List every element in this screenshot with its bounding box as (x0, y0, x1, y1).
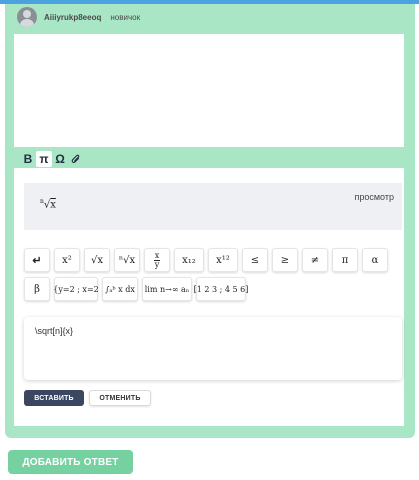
bold-button[interactable]: B (20, 151, 36, 167)
neq-button[interactable]: ≠ (302, 248, 328, 272)
math-button[interactable]: π (36, 151, 52, 167)
formula-preview: просмотр n√x (24, 183, 402, 230)
paperclip-icon (71, 154, 80, 163)
formatting-toolbar: B π Ω (20, 151, 84, 167)
cancel-button[interactable]: ОТМЕНИТЬ (89, 390, 151, 406)
sqrt-button[interactable]: √x (84, 248, 110, 272)
newline-button[interactable]: ↵ (24, 248, 50, 272)
preview-formula: n√x (40, 198, 56, 211)
nth-root-button[interactable]: ⁿ√x (114, 248, 140, 272)
pi-button[interactable]: π (332, 248, 358, 272)
add-answer-button[interactable]: ДОБАВИТЬ ОТВЕТ (8, 450, 133, 474)
preview-label: просмотр (354, 192, 394, 202)
answer-textarea[interactable] (14, 34, 404, 147)
matrix-button[interactable]: [1 2 3 ; 4 5 6] (194, 277, 248, 301)
math-buttons-row-1: ↵ x² √x ⁿ√x xy x₁₂ x¹² ≤ ≥ ≠ π α (24, 248, 388, 272)
leq-button[interactable]: ≤ (242, 248, 268, 272)
alpha-button[interactable]: α (362, 248, 388, 272)
superscript-button[interactable]: x¹² (208, 248, 238, 272)
system-button[interactable]: {y=2 ; x=2 (53, 277, 99, 301)
subscript-button[interactable]: x₁₂ (174, 248, 204, 272)
user-rank: новичок (110, 12, 141, 22)
username[interactable]: Aiiiyrukp8eeoq (44, 13, 101, 22)
insert-button[interactable]: ВСТАВИТЬ (24, 390, 84, 406)
fraction-button[interactable]: xy (144, 248, 170, 272)
avatar[interactable] (17, 7, 37, 27)
square-button[interactable]: x² (54, 248, 80, 272)
geq-button[interactable]: ≥ (272, 248, 298, 272)
attachment-button[interactable] (68, 151, 84, 167)
integral-button[interactable]: ∫ₐᵇ x dx (102, 277, 138, 301)
omega-button[interactable]: Ω (52, 151, 68, 167)
latex-input[interactable]: \sqrt[n]{x} (24, 317, 402, 380)
latex-input-value: \sqrt[n]{x} (35, 326, 74, 336)
math-buttons-row-2: β {y=2 ; x=2 ∫ₐᵇ x dx lim n→∞ aₙ [1 2 3 … (24, 277, 248, 301)
user-info: Aiiiyrukp8eeoq новичок (17, 6, 140, 28)
beta-button[interactable]: β (24, 277, 50, 301)
limit-button[interactable]: lim n→∞ aₙ (142, 277, 192, 301)
